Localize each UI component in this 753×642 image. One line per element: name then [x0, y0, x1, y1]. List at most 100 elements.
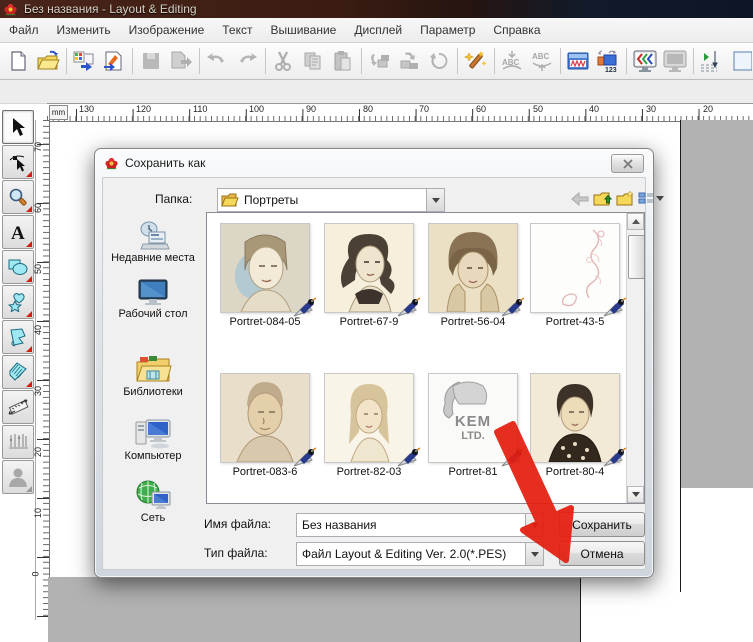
- file-item[interactable]: Portret-084-05: [215, 223, 315, 328]
- image-to-stitch-wizard-button[interactable]: [461, 46, 491, 76]
- file-item[interactable]: Portret-82-03: [319, 373, 419, 478]
- file-item[interactable]: Portret-083-6: [215, 373, 315, 478]
- sidebar-item-network[interactable]: Сеть: [105, 478, 201, 525]
- text-arc-up-icon: ABC: [529, 49, 555, 73]
- embroidery-bird-icon: [396, 446, 420, 468]
- svg-text:A: A: [11, 223, 25, 242]
- window-title: Без названия - Layout & Editing: [24, 2, 197, 16]
- folder-combobox[interactable]: Портреты: [217, 188, 445, 212]
- menu-image[interactable]: Изображение: [120, 20, 214, 40]
- scroll-down-button[interactable]: [627, 486, 644, 503]
- select-tool[interactable]: [2, 110, 34, 144]
- window-title-bar: Без названия - Layout & Editing: [0, 0, 753, 18]
- cut-button-disabled[interactable]: [268, 46, 298, 76]
- clipped-toolbar-button[interactable]: [726, 46, 753, 76]
- menu-edit[interactable]: Изменить: [48, 20, 120, 40]
- horizontal-ruler: 130 120 110 100 90 80 70 60 50 40 30 20: [47, 103, 753, 122]
- copy-button-disabled[interactable]: [298, 46, 328, 76]
- main-toolbar: ABC ABC 123: [0, 43, 753, 80]
- network-icon: [134, 478, 172, 512]
- scroll-up-button[interactable]: [627, 213, 644, 230]
- stitch-simulator-button[interactable]: [696, 46, 726, 76]
- menu-display[interactable]: Дисплей: [345, 20, 411, 40]
- export-image-button[interactable]: [99, 46, 129, 76]
- back-button[interactable]: [569, 188, 590, 209]
- filename-combobox[interactable]: Без названия: [296, 513, 544, 537]
- outline-shape-tool[interactable]: [2, 320, 34, 354]
- open-file-button[interactable]: [33, 46, 63, 76]
- v-ruler-label: 20: [33, 447, 43, 457]
- embroidery-bird-icon: [396, 296, 420, 318]
- zoom-tool[interactable]: [2, 180, 34, 214]
- file-item[interactable]: Portret-43-5: [525, 223, 625, 328]
- screen-view-button-disabled[interactable]: [660, 46, 690, 76]
- scrollbar-thumb[interactable]: [628, 235, 645, 279]
- filename-value[interactable]: Без названия: [297, 518, 525, 532]
- up-one-level-button[interactable]: [592, 188, 613, 209]
- text-arc-down-button-disabled[interactable]: ABC: [497, 46, 527, 76]
- sewing-attributes-button[interactable]: [563, 46, 593, 76]
- h-ruler-label: 130: [79, 104, 94, 114]
- stitch-edit-tool[interactable]: [2, 425, 34, 459]
- file-item[interactable]: Portret-56-04: [423, 223, 523, 328]
- cancel-button-label: Отмена: [580, 547, 623, 561]
- kem-logo-line1: KEM: [429, 414, 517, 429]
- manual-punch-tool[interactable]: [2, 355, 34, 389]
- h-ruler-label: 30: [646, 104, 656, 114]
- menu-option[interactable]: Параметр: [411, 20, 484, 40]
- new-document-button[interactable]: [3, 46, 33, 76]
- filename-dropdown-button[interactable]: [525, 514, 543, 536]
- text-tool[interactable]: A: [2, 215, 34, 249]
- file-thumbnail: [324, 223, 414, 313]
- folder-combobox-value: Портреты: [239, 193, 426, 207]
- redo-button-disabled[interactable]: [232, 46, 262, 76]
- file-item[interactable]: Portret-67-9: [319, 223, 419, 328]
- measure-tool[interactable]: [2, 390, 34, 424]
- h-ruler-label: 100: [249, 104, 264, 114]
- flip-horizontal-button-disabled[interactable]: [364, 46, 394, 76]
- flyout-marker: [26, 241, 32, 247]
- sidebar-item-recent-places[interactable]: Недавние места: [105, 220, 201, 265]
- rotate-button-disabled[interactable]: [424, 46, 454, 76]
- fancy-shapes-tool[interactable]: [2, 285, 34, 319]
- sewing-order-button[interactable]: 123: [593, 46, 623, 76]
- close-icon: [623, 159, 633, 169]
- import-design-button[interactable]: [69, 46, 99, 76]
- menu-text[interactable]: Текст: [213, 20, 261, 40]
- text-arc-up-button-disabled[interactable]: ABC: [527, 46, 557, 76]
- menu-file[interactable]: Файл: [0, 20, 48, 40]
- undo-button-disabled[interactable]: [202, 46, 232, 76]
- portrait-tool[interactable]: [2, 460, 34, 494]
- scissors-icon: [273, 50, 293, 72]
- dialog-title-bar[interactable]: Сохранить как: [95, 149, 653, 177]
- sidebar-item-computer[interactable]: Компьютер: [105, 416, 201, 463]
- paste-icon: [332, 50, 354, 72]
- ruler-unit-box[interactable]: mm: [49, 105, 68, 120]
- write-to-card-button-disabled[interactable]: [166, 46, 196, 76]
- file-item[interactable]: Portret-80-4: [525, 373, 625, 478]
- flip-vertical-button-disabled[interactable]: [394, 46, 424, 76]
- filetype-dropdown-button[interactable]: [525, 543, 543, 565]
- flyout-marker: [26, 346, 32, 352]
- realistic-view-button[interactable]: [630, 46, 660, 76]
- folder-dropdown-button[interactable]: [426, 189, 444, 211]
- new-folder-button[interactable]: [615, 188, 636, 209]
- filetype-combobox[interactable]: Файл Layout & Editing Ver. 2.0(*.PES): [296, 542, 544, 566]
- dialog-close-button[interactable]: [611, 154, 644, 173]
- sidebar-item-libraries[interactable]: Библиотеки: [105, 354, 201, 399]
- dialog-title: Сохранить как: [125, 156, 205, 170]
- menu-sew[interactable]: Вышивание: [261, 20, 345, 40]
- shapes-tool[interactable]: [2, 250, 34, 284]
- point-edit-tool[interactable]: [2, 145, 34, 179]
- paste-button-disabled[interactable]: [328, 46, 358, 76]
- sidebar-item-desktop[interactable]: Рабочий стол: [105, 278, 201, 321]
- menu-help[interactable]: Справка: [484, 20, 549, 40]
- file-list-scrollbar[interactable]: [626, 213, 644, 503]
- heart-star-icon: [7, 292, 29, 312]
- save-button[interactable]: Сохранить: [559, 512, 645, 537]
- view-menu-button[interactable]: [637, 188, 665, 209]
- save-button-disabled[interactable]: [136, 46, 166, 76]
- file-item[interactable]: KEM LTD. Portret-81: [423, 373, 523, 478]
- cancel-button[interactable]: Отмена: [559, 541, 645, 566]
- back-arrow-icon: [571, 192, 589, 206]
